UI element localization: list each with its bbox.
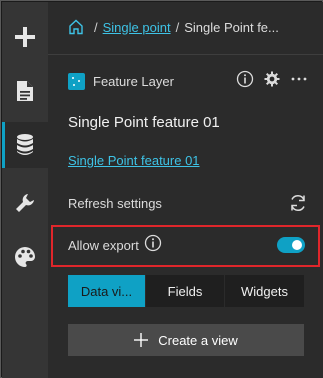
tab-widgets[interactable]: Widgets [225, 275, 304, 307]
app-frame: / Single point / Single Point fe... Feat… [0, 0, 323, 378]
breadcrumb-separator: / [175, 19, 180, 35]
refresh-settings-label: Refresh settings [68, 195, 162, 211]
rail-document-button[interactable] [2, 68, 48, 114]
home-icon[interactable] [68, 19, 84, 35]
layer-actions [236, 70, 308, 92]
create-view-button[interactable]: Create a view [68, 324, 304, 356]
info-icon[interactable] [236, 70, 254, 93]
wrench-icon [14, 192, 36, 214]
breadcrumb: / Single point / Single Point fe... [68, 16, 279, 38]
breadcrumb-current: Single Point fe... [184, 19, 279, 35]
feature-panel: / Single point / Single Point fe... Feat… [48, 2, 323, 378]
rail-add-button[interactable] [2, 14, 48, 60]
plus-icon [14, 26, 36, 48]
plus-icon [134, 333, 149, 347]
header-divider [48, 54, 323, 55]
create-view-label: Create a view [158, 332, 238, 348]
gear-icon[interactable] [263, 70, 281, 93]
allow-export-toggle[interactable] [277, 237, 305, 253]
rail-data-button[interactable] [2, 122, 48, 168]
feature-layer-icon [68, 72, 85, 90]
tab-data-views[interactable]: Data vi... [68, 275, 146, 307]
feature-title: Single Point feature 01 [68, 114, 220, 131]
rail-style-button[interactable] [2, 234, 48, 280]
left-rail [2, 2, 48, 378]
palette-icon [14, 246, 36, 268]
rail-tools-button[interactable] [2, 180, 48, 226]
document-icon [16, 80, 34, 102]
info-icon[interactable] [144, 234, 162, 257]
tab-fields[interactable]: Fields [146, 275, 225, 307]
refresh-icon[interactable] [288, 193, 308, 218]
layer-type-label: Feature Layer [93, 73, 174, 89]
refresh-settings-row: Refresh settings [68, 192, 308, 214]
more-icon[interactable] [290, 70, 308, 93]
toggle-knob [292, 240, 302, 250]
breadcrumb-link[interactable]: Single point [103, 20, 171, 35]
feature-link[interactable]: Single Point feature 01 [68, 153, 200, 168]
database-icon [15, 133, 35, 157]
allow-export-label: Allow export [68, 237, 139, 253]
breadcrumb-separator: / [94, 19, 98, 35]
allow-export-row: Allow export [68, 234, 305, 256]
layer-header: Feature Layer [68, 70, 308, 92]
view-tabs: Data vi... Fields Widgets [68, 275, 304, 307]
